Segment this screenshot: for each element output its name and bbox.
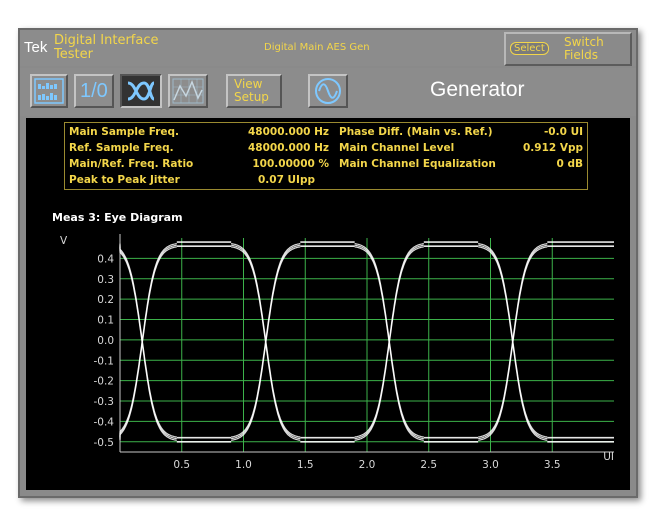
jitter-label: Peak to Peak Jitter: [69, 174, 180, 186]
phase-diff-value: -0.0 UI: [543, 126, 583, 138]
x-axis-label: UI: [603, 451, 614, 463]
title-bar: Tek Digital Interface Tester Digital Mai…: [20, 30, 636, 66]
view-line2: Setup: [234, 90, 269, 104]
x-tick-label: 3.5: [544, 459, 561, 471]
channel-eq-label: Main Channel Equalization: [339, 158, 496, 170]
app-title-line1: Digital Interface: [54, 33, 159, 48]
y-tick-label: 0.0: [97, 335, 114, 347]
phase-diff-label: Phase Diff. (Main vs. Ref.): [339, 126, 493, 138]
y-axis-label: V: [60, 235, 68, 247]
measurement-title: Meas 3: Eye Diagram: [52, 211, 183, 224]
eye-diagram-icon: [127, 81, 155, 101]
view-setup-label: View Setup: [234, 78, 269, 104]
y-tick-label: 0.2: [97, 294, 114, 306]
generator-title: Generator: [430, 78, 525, 101]
switch-fields-label: Switch Fields: [564, 36, 604, 62]
rising-edge-trace: [119, 246, 177, 441]
channel-eq-value: 0 dB: [556, 158, 583, 170]
x-tick-label: 2.5: [420, 459, 437, 471]
main-sample-freq-value: 48000.000 Hz: [248, 126, 329, 138]
y-tick-label: 0.4: [97, 253, 114, 265]
eye-diagram-chart: 0.4 0.3 0.2 0.1 0.0 -0.1 -0.2 -0.3 -0.4 -0.5 0.5 1.…: [60, 234, 614, 471]
instrument-window: Tek Digital Interface Tester Digital Mai…: [18, 28, 638, 498]
x-tick-label: 2.0: [359, 459, 376, 471]
x-tick-label: 0.5: [173, 459, 190, 471]
channel-level-value: 0.912 Vpp: [522, 142, 583, 154]
display-screen: Main Sample Freq. 48000.000 Hz Ref. Samp…: [26, 118, 630, 490]
falling-edge-trace: [119, 246, 177, 441]
x-tick-label: 1.0: [235, 459, 252, 471]
app-title-line2: Tester: [54, 47, 93, 62]
rising-edge-trace: [119, 244, 177, 439]
generator-button[interactable]: [308, 74, 348, 108]
bar-meter-icon: [34, 78, 64, 104]
bar-meter-button[interactable]: [30, 74, 68, 108]
graph-icon: [172, 78, 204, 104]
y-tick-label: 0.1: [97, 315, 114, 327]
graph-button[interactable]: [168, 74, 208, 108]
readout-panel: Main Sample Freq. 48000.000 Hz Ref. Samp…: [64, 122, 588, 190]
y-tick-label: 0.3: [97, 274, 114, 286]
freq-ratio-label: Main/Ref. Freq. Ratio: [69, 158, 194, 170]
brand-logo: Tek: [24, 39, 48, 56]
select-key-chip: Select: [510, 42, 549, 55]
io-button[interactable]: 1/0: [74, 74, 114, 108]
main-sample-freq-label: Main Sample Freq.: [69, 126, 180, 138]
switch-line2: Fields: [564, 48, 598, 62]
app-title: Digital Interface Tester: [54, 34, 159, 62]
view-setup-button[interactable]: View Setup: [226, 74, 282, 108]
y-tick-label: -0.2: [94, 376, 115, 388]
toolbar: 1/0 View Setup Generator: [20, 68, 636, 116]
x-tick-label: 1.5: [297, 459, 314, 471]
y-tick-label: -0.1: [94, 355, 115, 367]
y-tick-label: -0.5: [94, 437, 115, 449]
mode-title: Digital Main AES Gen: [264, 42, 370, 53]
io-label: 1/0: [80, 80, 108, 102]
jitter-value: 0.07 UIpp: [257, 174, 315, 186]
x-tick-label: 3.0: [482, 459, 499, 471]
y-tick-label: -0.4: [94, 416, 115, 428]
ref-sample-freq-value: 48000.000 Hz: [248, 142, 329, 154]
ref-sample-freq-label: Ref. Sample Freq.: [69, 142, 174, 154]
freq-ratio-value: 100.00000 %: [252, 158, 329, 170]
y-tick-label: -0.3: [94, 396, 115, 408]
switch-fields-button[interactable]: Select Switch Fields: [504, 32, 632, 66]
sine-wave-icon: [315, 78, 341, 104]
channel-level-label: Main Channel Level: [339, 142, 455, 154]
eye-diagram-button[interactable]: [120, 74, 162, 108]
falling-edge-trace: [119, 245, 177, 440]
